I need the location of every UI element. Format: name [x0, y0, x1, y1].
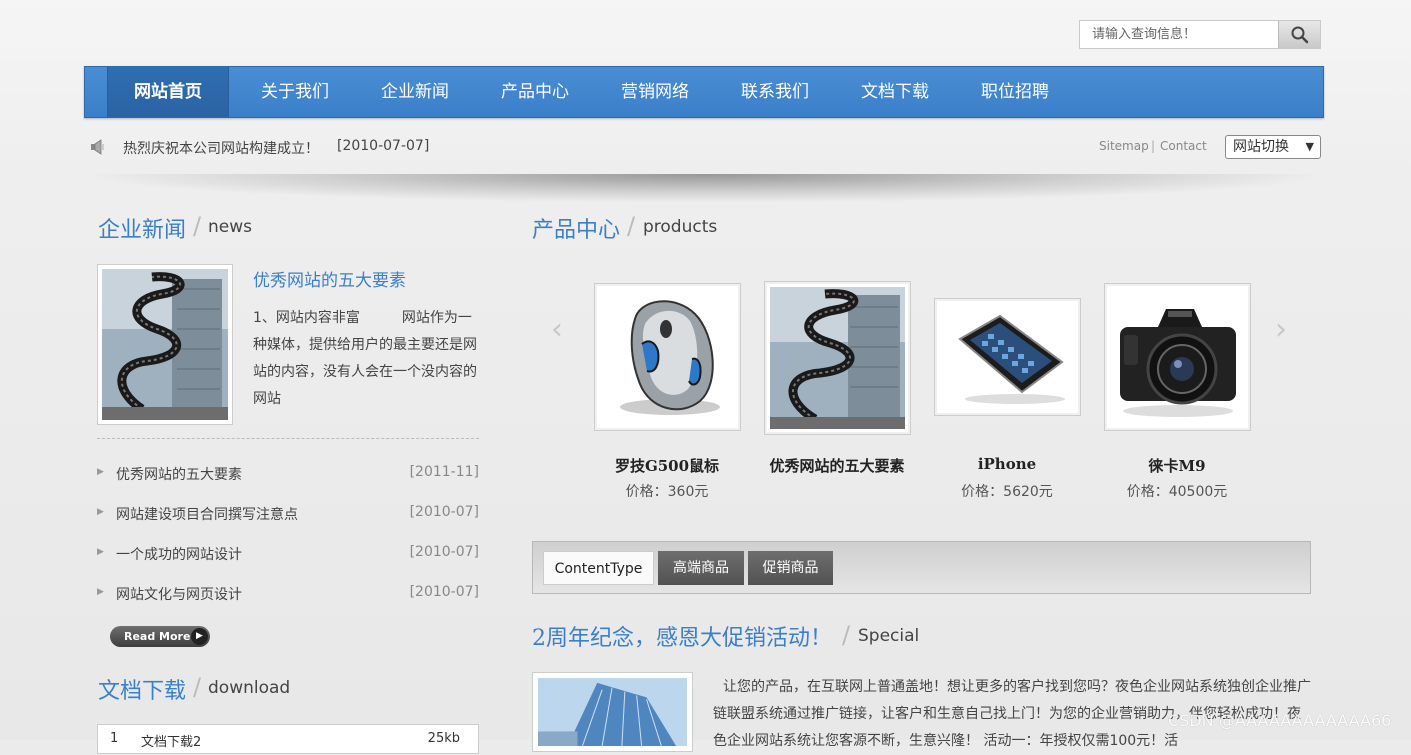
download-list-item[interactable]: 1 文档下载2 25kb	[97, 724, 479, 754]
link-separator: |	[1151, 139, 1156, 153]
news-item-title[interactable]: 优秀网站的五大要素	[116, 464, 242, 484]
tab-premium-products[interactable]: 高端商品	[658, 551, 744, 585]
news-item-title[interactable]: 一个成功的网站设计	[116, 544, 242, 564]
products-section-title: 产品中心	[532, 218, 621, 243]
special-section-subtitle: Special	[858, 626, 920, 646]
nav-item-jobs[interactable]: 职位招聘	[955, 67, 1075, 117]
nav-item-downloads[interactable]: 文档下载	[835, 67, 955, 117]
news-item-date: [2010-07]	[409, 504, 479, 520]
product-image-iphone[interactable]	[934, 298, 1081, 416]
search-input[interactable]	[1080, 21, 1280, 48]
notice-date: [2010-07-07]	[337, 138, 430, 154]
news-item-title[interactable]: 网站文化与网页设计	[116, 584, 242, 604]
nav-item-contact[interactable]: 联系我们	[715, 67, 835, 117]
site-switch-label: 网站切换	[1233, 139, 1289, 155]
speaker-icon	[91, 139, 104, 155]
chevron-down-icon: ▼	[1305, 140, 1314, 153]
download-item-size: 25kb	[427, 731, 460, 746]
product-price: 价格：40500元	[1126, 484, 1228, 500]
bullet-icon: ▶	[97, 507, 104, 517]
product-price: 价格：5620元	[961, 484, 1053, 500]
news-feature-excerpt: 1、网站内容非富 网站作为一种媒体，提供给用户的最主要还是网站的内容，没有人会在…	[253, 310, 477, 407]
building-image	[538, 678, 687, 746]
bullet-icon: ▶	[97, 547, 104, 557]
csdn-watermark: CSDN @AAAAAAAAAAAA66	[1168, 711, 1392, 730]
news-divider	[97, 438, 479, 439]
magnifier-icon	[1291, 26, 1308, 43]
product-price: 价格：360元	[625, 484, 709, 500]
bullet-icon: ▶	[97, 467, 104, 477]
product-image-camera[interactable]	[1104, 283, 1251, 431]
product-image-mouse[interactable]	[594, 283, 741, 431]
sitemap-link[interactable]: Sitemap	[1099, 139, 1149, 153]
mouse-image	[600, 289, 735, 425]
news-item-date: [2010-07]	[409, 544, 479, 560]
product-name[interactable]: 罗技G500鼠标	[587, 455, 747, 476]
news-list-item[interactable]: ▶ 网站文化与网页设计 [2010-07]	[97, 584, 479, 604]
news-title-slash: /	[193, 212, 202, 240]
special-section-title: 2周年纪念，感恩大促销活动！	[532, 626, 832, 651]
contact-link[interactable]: Contact	[1160, 139, 1207, 153]
nav-item-news[interactable]: 企业新闻	[355, 67, 475, 117]
product-name[interactable]: 徕卡M9	[1097, 455, 1257, 476]
download-item-name[interactable]: 文档下载2	[141, 731, 201, 750]
download-section-subtitle: download	[208, 678, 291, 698]
nav-item-marketing[interactable]: 营销网络	[595, 67, 715, 117]
news-list-item[interactable]: ▶ 一个成功的网站设计 [2010-07]	[97, 544, 479, 564]
download-title-slash: /	[193, 673, 202, 701]
header-shadow	[95, 174, 1315, 202]
products-title-slash: /	[627, 212, 636, 240]
tab-promotion-products[interactable]: 促销商品	[748, 551, 833, 585]
nav-item-home[interactable]: 网站首页	[107, 67, 229, 117]
news-feature-thumbnail[interactable]	[97, 264, 233, 425]
product-name[interactable]: iPhone	[927, 455, 1087, 473]
search-button[interactable]	[1278, 21, 1320, 48]
news-list-item[interactable]: ▶ 优秀网站的五大要素 [2011-11]	[97, 464, 479, 484]
nav-item-about[interactable]: 关于我们	[235, 67, 355, 117]
special-image[interactable]	[532, 672, 693, 752]
spiral-staircase-image	[770, 287, 905, 429]
product-name[interactable]: 优秀网站的五大要素	[757, 455, 917, 476]
tab-content-type[interactable]: ContentType	[543, 551, 654, 585]
news-item-title[interactable]: 网站建设项目合同撰写注意点	[116, 504, 298, 524]
news-feature-title[interactable]: 优秀网站的五大要素	[253, 266, 406, 291]
camera-image	[1110, 289, 1245, 425]
special-title-slash: /	[842, 621, 851, 649]
site-switch-select[interactable]: 网站切换 ▼	[1225, 135, 1321, 159]
read-more-button[interactable]: Read More ▶	[110, 626, 210, 647]
download-item-number: 1	[110, 731, 119, 746]
news-list-item[interactable]: ▶ 网站建设项目合同撰写注意点 [2010-07]	[97, 504, 479, 524]
news-section-subtitle: news	[208, 217, 252, 237]
product-image-staircase[interactable]	[764, 281, 911, 435]
bullet-icon: ▶	[97, 587, 104, 597]
news-section-title: 企业新闻	[98, 218, 187, 243]
download-section-title: 文档下载	[98, 679, 187, 704]
nav-item-products[interactable]: 产品中心	[475, 67, 595, 117]
search-box	[1079, 20, 1321, 49]
products-section-subtitle: products	[643, 217, 718, 237]
notice-text[interactable]: 热烈庆祝本公司网站构建成立！	[123, 138, 319, 158]
news-item-date: [2010-07]	[409, 584, 479, 600]
arrow-right-icon: ▶	[191, 628, 208, 645]
chevron-left-icon[interactable]: ‹	[551, 312, 563, 347]
news-item-date: [2011-11]	[409, 464, 479, 480]
spiral-staircase-image	[102, 269, 228, 420]
content-tab-bar: ContentType 高端商品 促销商品	[532, 541, 1311, 594]
iphone-image	[940, 304, 1075, 410]
read-more-label: Read More	[124, 630, 191, 643]
main-nav: 网站首页 关于我们 企业新闻 产品中心 营销网络 联系我们 文档下载 职位招聘	[84, 66, 1324, 118]
chevron-right-icon[interactable]: ›	[1275, 312, 1287, 347]
